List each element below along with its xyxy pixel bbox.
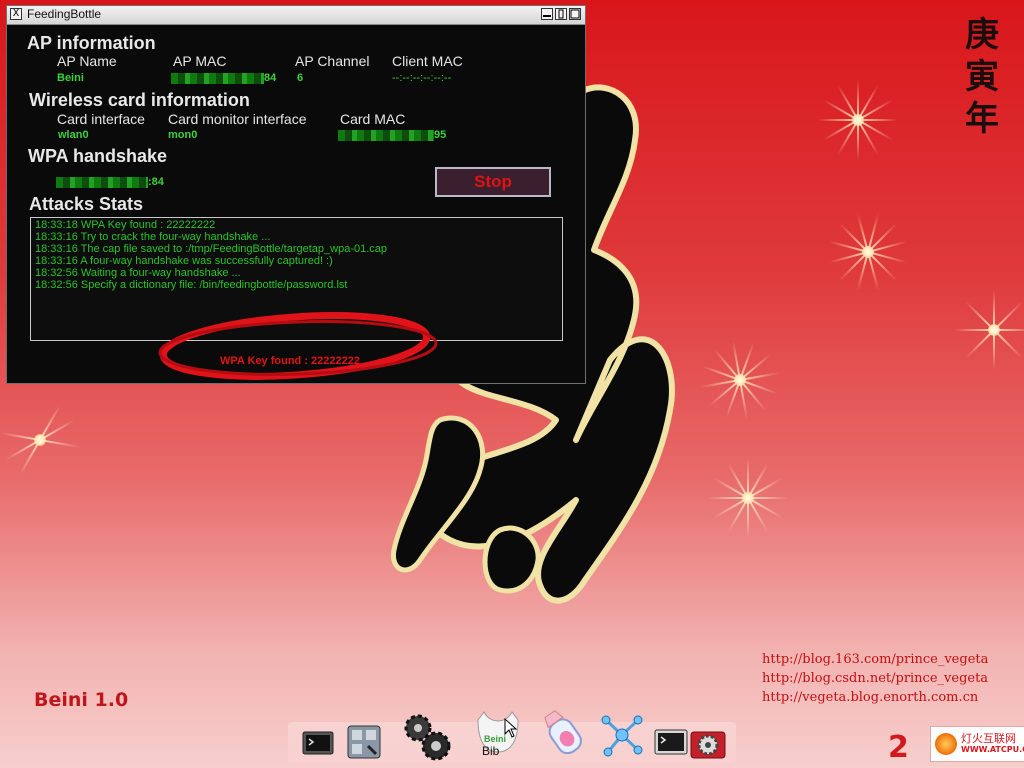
ap-mac-suffix: 84: [264, 72, 277, 84]
client-mac-value: --:--:--:--:--:--: [392, 72, 452, 84]
bib-label: Bib: [482, 744, 500, 758]
firework-decoration: [0, 400, 80, 480]
log-line: 18:33:16 Try to crack the four-way hands…: [35, 231, 271, 243]
wpa-handshake-mac: :84: [56, 176, 164, 188]
logo-badge: 灯火互联网 WWW.ATCPU.COM: [930, 726, 1024, 762]
col-client-mac: Client MAC: [392, 53, 463, 69]
firework-decoration: [818, 80, 898, 160]
calligraphy-char: 庚: [965, 15, 999, 55]
ap-channel-value: 6: [297, 72, 304, 84]
monitor-interface-value: mon0: [168, 129, 198, 141]
window-title: FeedingBottle: [27, 7, 102, 21]
blog-links: http://blog.163.com/prince_vegeta http:/…: [762, 650, 988, 707]
file-manager-icon[interactable]: [344, 722, 384, 762]
blog-link: http://vegeta.blog.enorth.com.cn: [762, 690, 979, 705]
ap-info-heading: AP information: [27, 33, 156, 53]
col-ap-mac: AP MAC: [173, 53, 227, 69]
terminal-icon[interactable]: [298, 722, 338, 762]
wireless-card-heading: Wireless card information: [29, 90, 250, 110]
restore-icon[interactable]: [555, 8, 567, 20]
log-line: 18:33:16 A four-way handshake was succes…: [35, 255, 333, 267]
log-line: 18:32:56 Specify a dictionary file: /bin…: [35, 279, 348, 291]
blog-link: http://blog.163.com/prince_vegeta: [762, 652, 989, 667]
svg-text:Beini: Beini: [484, 734, 506, 744]
console-icon[interactable]: [652, 724, 692, 764]
ap-mac-value: 84: [171, 72, 276, 84]
version-label: Beini 1.0: [34, 689, 129, 711]
col-card-mac: Card MAC: [340, 111, 406, 127]
firework-decoration: [954, 290, 1024, 370]
title-bar[interactable]: X FeedingBottle: [7, 6, 585, 25]
redacted-block: [338, 129, 434, 141]
stop-button[interactable]: Stop: [435, 167, 551, 197]
wpa-handshake-suffix: :84: [148, 176, 164, 188]
log-line: 18:32:56 Waiting a four-way handshake ..…: [35, 267, 241, 279]
attacks-stats-heading: Attacks Stats: [29, 194, 144, 214]
logo-name: 灯火互联网: [961, 732, 1016, 745]
redacted-block: [171, 72, 264, 84]
mouse-cursor-icon: [504, 718, 518, 738]
logo-url: WWW.ATCPU.COM: [961, 745, 1024, 754]
highlight-ellipse: [158, 312, 438, 380]
site-logo: 2 灯火互联网 WWW.ATCPU.COM: [888, 726, 1024, 768]
wpa-handshake-heading: WPA handshake: [28, 146, 168, 166]
col-ap-name: AP Name: [57, 53, 117, 69]
firework-decoration: [700, 340, 780, 420]
calligraphy-year: 庚 寅 年: [962, 14, 1002, 140]
minimize-icon[interactable]: [541, 8, 553, 20]
logo-mark: 2: [888, 730, 909, 765]
firework-decoration: [708, 458, 788, 538]
log-line: 18:33:16 The cap file saved to :/tmp/Fee…: [35, 243, 388, 255]
calligraphy-char: 寅: [965, 57, 999, 97]
close-icon[interactable]: X: [10, 8, 22, 20]
calligraphy-char: 年: [965, 99, 999, 139]
card-mac-value: 95: [338, 129, 446, 141]
redacted-block: [56, 176, 148, 188]
sun-icon: [935, 733, 957, 755]
col-ap-channel: AP Channel: [295, 53, 370, 69]
feeding-bottle-icon[interactable]: [538, 706, 588, 760]
network-icon[interactable]: [598, 710, 646, 760]
log-line: 18:33:18 WPA Key found : 22222222: [35, 219, 216, 231]
card-mac-suffix: 95: [434, 129, 447, 141]
col-card-monitor-interface: Card monitor interface: [168, 111, 307, 127]
firework-decoration: [828, 212, 908, 292]
col-card-interface: Card interface: [57, 111, 145, 127]
maximize-icon[interactable]: [569, 8, 581, 20]
ap-name-value: Beini: [57, 72, 84, 84]
blog-link: http://blog.csdn.net/prince_vegeta: [762, 671, 989, 686]
card-interface-value: wlan0: [58, 129, 89, 141]
settings-icon[interactable]: [688, 724, 728, 764]
gears-icon[interactable]: [398, 710, 454, 762]
